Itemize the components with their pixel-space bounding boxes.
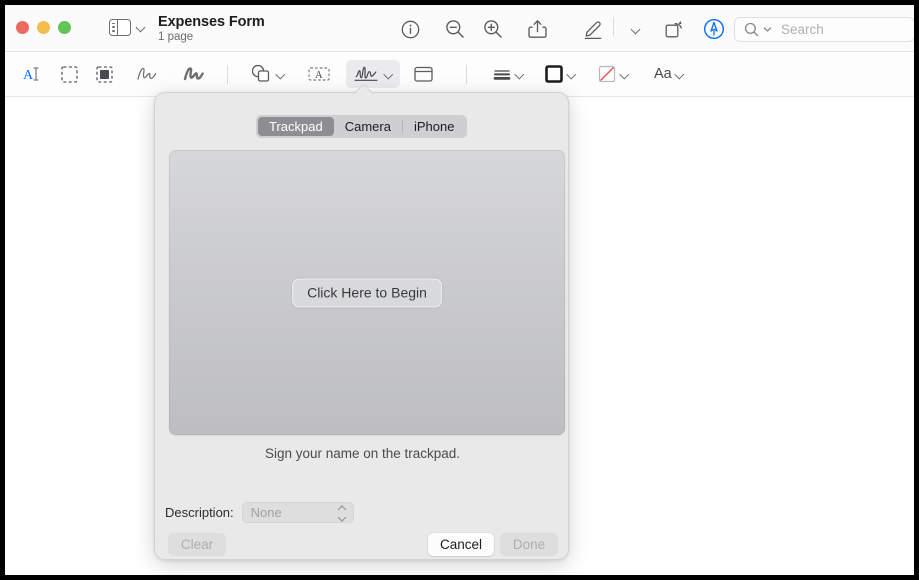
traffic-lights — [16, 21, 71, 34]
toolbar-divider — [613, 17, 614, 36]
sidebar-toggle-button[interactable] — [109, 18, 145, 37]
markup-divider-1 — [227, 65, 228, 84]
sketch-tool[interactable] — [131, 60, 163, 88]
preview-window: Expenses Form 1 page Search A A Aa Track… — [5, 5, 914, 575]
cancel-button[interactable]: Cancel — [428, 533, 495, 556]
window-titlebar: Expenses Form 1 page Search — [5, 5, 914, 52]
page-subtitle: 1 page — [158, 31, 194, 43]
page-title: Expenses Form — [158, 14, 265, 30]
tab-trackpad[interactable]: Trackpad — [258, 117, 334, 136]
rectangular-selection-tool[interactable] — [56, 60, 83, 88]
sidebar-icon — [109, 18, 131, 37]
shapes-chevron-down-icon[interactable] — [276, 70, 285, 79]
description-value: None — [250, 505, 282, 520]
svg-text:A: A — [23, 68, 34, 83]
search-input[interactable]: Search — [734, 17, 914, 42]
clear-button[interactable]: Clear — [168, 533, 226, 556]
stepper-chevrons-icon — [338, 505, 347, 520]
description-select[interactable]: None — [241, 502, 354, 523]
shapes-tool[interactable] — [248, 60, 289, 88]
tab-camera[interactable]: Camera — [334, 117, 402, 136]
done-button[interactable]: Done — [500, 533, 558, 556]
text-selection-tool[interactable]: A — [17, 60, 47, 88]
minimize-button[interactable] — [37, 21, 50, 34]
search-icon — [744, 22, 759, 37]
search-scope-chevron-down-icon[interactable] — [763, 25, 772, 34]
markup-toolbar: A A Aa — [5, 52, 914, 97]
share-icon[interactable] — [524, 16, 550, 42]
svg-text:A: A — [315, 70, 323, 81]
border-color-tool[interactable] — [540, 60, 580, 88]
shape-style-tool[interactable] — [488, 60, 528, 88]
draw-tool[interactable] — [178, 60, 210, 88]
search-placeholder: Search — [781, 22, 824, 37]
info-icon[interactable] — [397, 16, 423, 42]
chevron-down-icon[interactable] — [136, 23, 145, 32]
markup-icon[interactable] — [581, 16, 607, 42]
click-here-to-begin-button[interactable]: Click Here to Begin — [292, 278, 442, 307]
zoom-in-icon[interactable] — [480, 16, 506, 42]
border-color-chevron-down-icon[interactable] — [567, 70, 576, 79]
tab-iphone[interactable]: iPhone — [403, 117, 465, 136]
rotate-icon[interactable] — [661, 16, 687, 42]
zoom-button[interactable] — [58, 21, 71, 34]
instruction-text: Sign your name on the trackpad. — [264, 446, 461, 461]
note-tool[interactable] — [409, 60, 438, 88]
annotate-icon[interactable] — [701, 16, 727, 42]
trackpad-capture-area[interactable]: Click Here to Begin — [169, 150, 565, 435]
capture-method-segmented-control[interactable]: Trackpad Camera iPhone — [256, 115, 468, 138]
fill-color-chevron-down-icon[interactable] — [620, 70, 629, 79]
description-row: Description: None — [165, 502, 354, 523]
markup-divider-2 — [466, 65, 467, 84]
description-label: Description: — [165, 505, 234, 520]
zoom-out-icon[interactable] — [442, 16, 468, 42]
text-tool[interactable]: A — [303, 60, 335, 88]
instant-alpha-tool[interactable] — [91, 60, 118, 88]
fill-color-tool[interactable] — [593, 60, 633, 88]
shape-style-chevron-down-icon[interactable] — [515, 70, 524, 79]
markup-chevron-down-icon[interactable] — [622, 16, 648, 42]
signature-chevron-down-icon[interactable] — [384, 70, 393, 79]
signature-popover: Trackpad Camera iPhone Click Here to Beg… — [154, 92, 569, 560]
text-style-chevron-down-icon[interactable] — [675, 70, 684, 79]
text-style-tool[interactable]: Aa — [650, 60, 688, 88]
close-button[interactable] — [16, 21, 29, 34]
popover-arrow — [351, 84, 373, 94]
text-style-label: Aa — [654, 66, 672, 82]
